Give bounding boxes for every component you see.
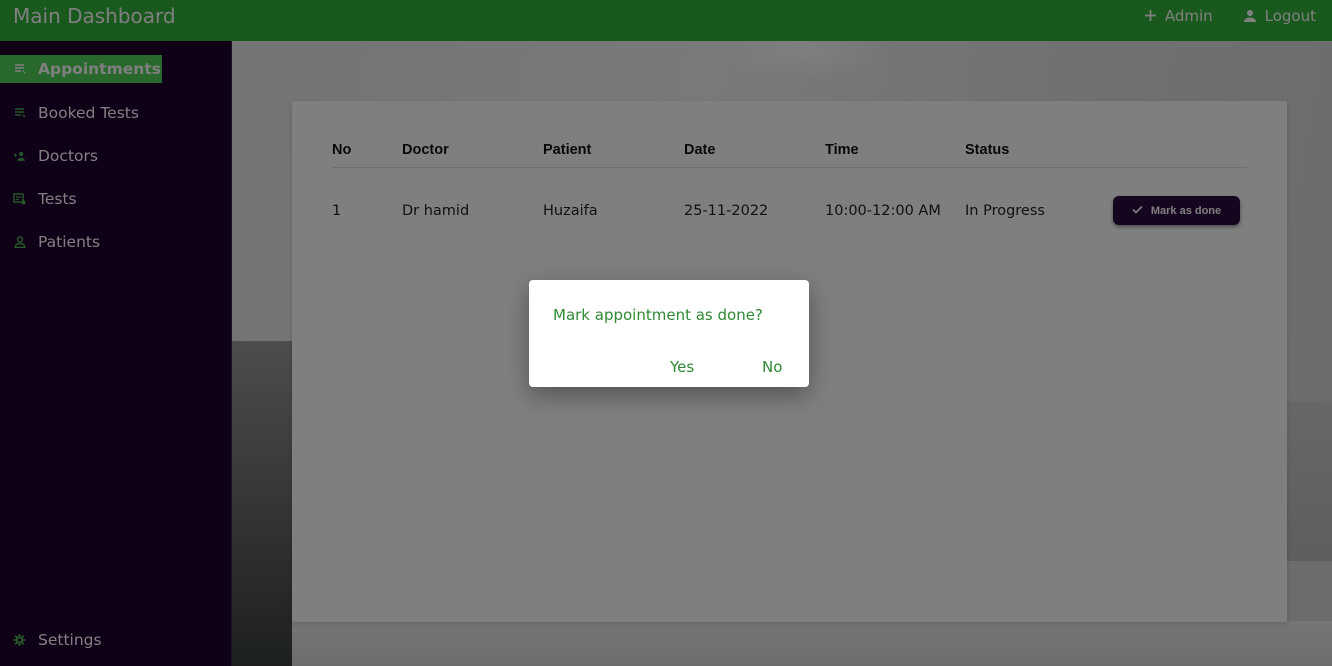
no-button[interactable]: No [762,358,782,376]
yes-button[interactable]: Yes [670,358,694,376]
confirm-dialog: Mark appointment as done? Yes No [529,280,809,387]
dialog-message: Mark appointment as done? [553,306,763,324]
